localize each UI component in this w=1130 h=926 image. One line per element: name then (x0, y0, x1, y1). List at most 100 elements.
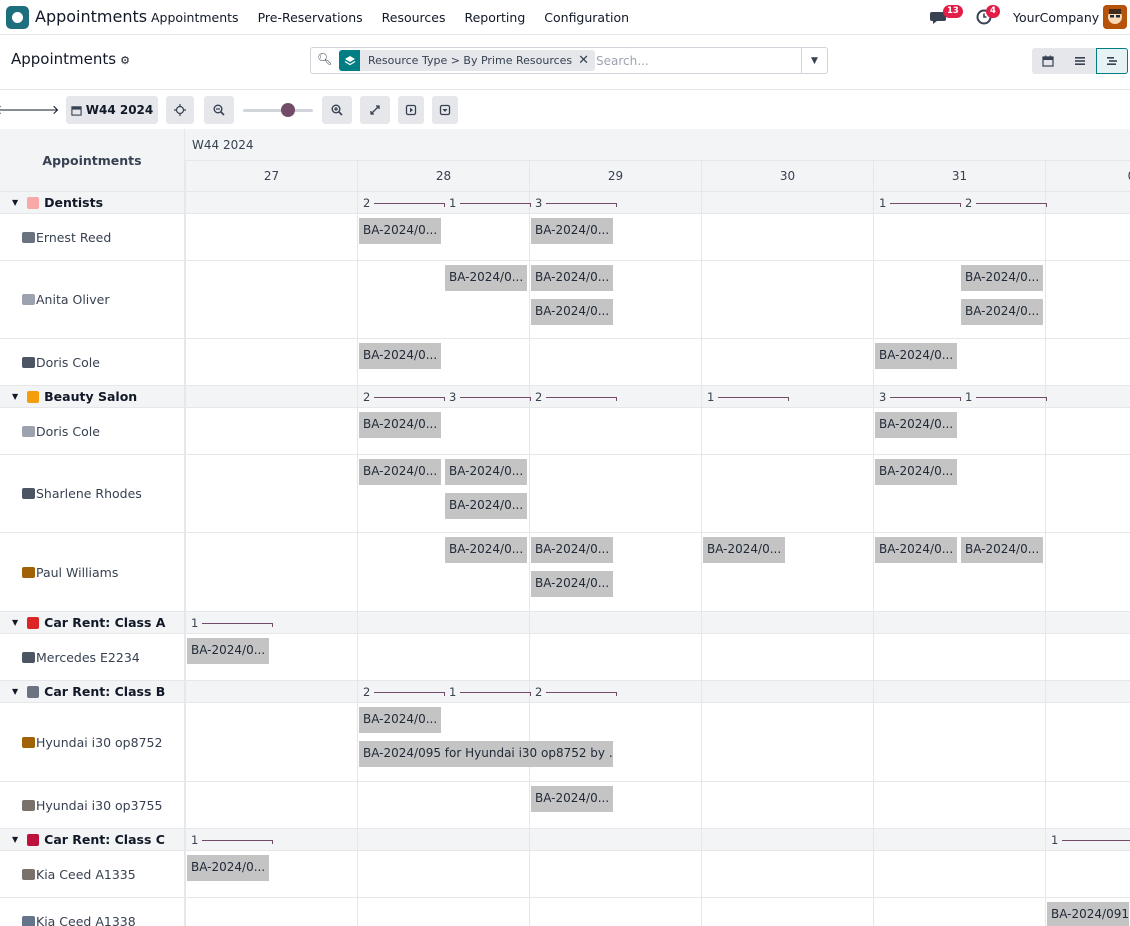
appointment-pill[interactable]: BA-2024/0... (187, 855, 269, 881)
appointment-pill[interactable]: BA-2024/0... (359, 412, 441, 438)
day-gridline (701, 533, 702, 611)
facet-remove-icon[interactable]: ✕ (578, 53, 595, 68)
group-label[interactable]: ▼ Dentists (0, 192, 185, 213)
group-count-bar: 2 (363, 196, 445, 210)
group-count-value: 1 (449, 196, 457, 210)
resource-label: Kia Ceed A1335 (0, 851, 185, 897)
calendar-view-icon[interactable] (1032, 48, 1064, 74)
appointment-pill[interactable]: BA-2024/0... (531, 299, 613, 325)
resource-avatar-icon (22, 425, 35, 437)
group-row[interactable]: ▼ Car Rent: Class A 1 (0, 612, 1130, 634)
expand-rows-button[interactable] (398, 96, 424, 124)
day-gridline (185, 408, 186, 454)
list-view-icon[interactable] (1064, 48, 1096, 74)
next-arrow-icon[interactable]: 🡒 (25, 96, 60, 124)
appointment-pill[interactable]: BA-2024/0... (445, 493, 527, 519)
day-gridline (701, 612, 702, 633)
facet-label: Resource Type > By Prime Resources (368, 54, 573, 67)
appointment-pill[interactable]: BA-2024/0... (961, 265, 1043, 291)
group-row[interactable]: ▼ Car Rent: Class B 2 1 2 (0, 681, 1130, 703)
appointment-pill[interactable]: BA-2024/0... (875, 412, 957, 438)
appointment-pill[interactable]: BA-2024/0... (875, 537, 957, 563)
appointment-pill[interactable]: BA-2024/0... (445, 537, 527, 563)
menu-item-configuration[interactable]: Configuration (544, 10, 629, 25)
appointment-pill[interactable]: BA-2024/0... (531, 218, 613, 244)
caret-down-icon[interactable]: ▼ (12, 687, 18, 696)
appointment-pill[interactable]: BA-2024/091 (1047, 902, 1129, 926)
day-gridline (873, 782, 874, 828)
zoom-slider-handle[interactable] (281, 103, 295, 117)
user-avatar[interactable] (1103, 5, 1127, 29)
appointment-pill[interactable]: BA-2024/0... (703, 537, 785, 563)
gantt-view-icon[interactable] (1096, 48, 1128, 74)
group-count-bar: 2 (965, 196, 1047, 210)
resource-avatar-icon (22, 651, 35, 663)
day-header: 28 (357, 161, 529, 192)
company-switcher[interactable]: YourCompany (1013, 10, 1099, 25)
menu-item-pre-reservations[interactable]: Pre-Reservations (258, 10, 363, 25)
gear-icon[interactable]: ⚙ (120, 54, 130, 67)
expand-button[interactable] (360, 96, 390, 124)
group-count-bar: 1 (1051, 833, 1130, 847)
day-gridline (529, 214, 530, 260)
group-count-line (546, 692, 617, 696)
focus-today-button[interactable] (166, 96, 194, 124)
appointment-pill[interactable]: BA-2024/0... (875, 459, 957, 485)
appointment-pill[interactable]: BA-2024/0... (531, 571, 613, 597)
search-options-toggle[interactable]: ▼ (801, 48, 827, 73)
day-gridline (357, 703, 358, 781)
zoom-slider[interactable] (243, 103, 313, 117)
previous-arrow-icon[interactable]: 🡐 (0, 96, 29, 124)
menu-item-resources[interactable]: Resources (382, 10, 446, 25)
appointment-pill[interactable]: BA-2024/0... (445, 265, 527, 291)
collapse-rows-button[interactable] (432, 96, 458, 124)
day-gridline (357, 261, 358, 338)
group-count-bar: 1 (879, 196, 961, 210)
day-gridline (529, 851, 530, 897)
appointment-pill[interactable]: BA-2024/0... (875, 343, 957, 369)
appointment-pill[interactable]: BA-2024/0... (187, 638, 269, 664)
appointment-pill[interactable]: BA-2024/0... (961, 537, 1043, 563)
period-picker-button[interactable]: W44 2024 (66, 96, 158, 124)
search-input[interactable] (596, 51, 796, 70)
day-gridline (701, 782, 702, 828)
appointment-pill[interactable]: BA-2024/0... (359, 218, 441, 244)
group-label[interactable]: ▼ Car Rent: Class A (0, 612, 185, 633)
appointment-pill[interactable]: BA-2024/0... (531, 786, 613, 812)
group-count-line (460, 203, 531, 207)
caret-down-icon[interactable]: ▼ (12, 198, 18, 207)
appointment-pill[interactable]: BA-2024/0... (359, 343, 441, 369)
group-count-line (374, 397, 445, 401)
menu-item-reporting[interactable]: Reporting (464, 10, 525, 25)
appointment-pill[interactable]: BA-2024/0... (445, 459, 527, 485)
group-label[interactable]: ▼ Car Rent: Class B (0, 681, 185, 702)
caret-down-icon[interactable]: ▼ (12, 835, 18, 844)
caret-down-icon[interactable]: ▼ (12, 392, 18, 401)
zoom-in-button[interactable] (322, 96, 352, 124)
day-header: 29 (529, 161, 701, 192)
day-gridline (357, 408, 358, 454)
group-row[interactable]: ▼ Car Rent: Class C 1 1 (0, 829, 1130, 851)
group-count-value: 1 (191, 616, 199, 630)
appointment-pill[interactable]: BA-2024/0... (359, 459, 441, 485)
appointment-pill[interactable]: BA-2024/0... (531, 537, 613, 563)
group-label[interactable]: ▼ Car Rent: Class C (0, 829, 185, 850)
appointment-pill[interactable]: BA-2024/095 for Hyundai i30 op8752 by ..… (359, 741, 613, 767)
resource-label: Mercedes E2234 (0, 634, 185, 680)
appointment-pill[interactable]: BA-2024/0... (531, 265, 613, 291)
app-title[interactable]: Appointments (35, 7, 147, 26)
day-gridline (357, 612, 358, 633)
zoom-out-button[interactable] (204, 96, 234, 124)
group-row[interactable]: ▼ Beauty Salon 2 3 2 1 3 1 (0, 386, 1130, 408)
caret-down-icon[interactable]: ▼ (12, 618, 18, 627)
appointment-pill[interactable]: BA-2024/0... (961, 299, 1043, 325)
appointment-pill[interactable]: BA-2024/0... (359, 707, 441, 733)
group-name: Car Rent: Class B (44, 684, 166, 699)
group-count-line (718, 397, 789, 401)
group-label[interactable]: ▼ Beauty Salon (0, 386, 185, 407)
day-gridline (185, 386, 186, 407)
app-logo-icon[interactable] (6, 6, 29, 29)
group-name: Beauty Salon (44, 389, 138, 404)
menu-item-appointments[interactable]: Appointments (151, 10, 239, 25)
group-row[interactable]: ▼ Dentists 2 1 3 1 2 (0, 192, 1130, 214)
